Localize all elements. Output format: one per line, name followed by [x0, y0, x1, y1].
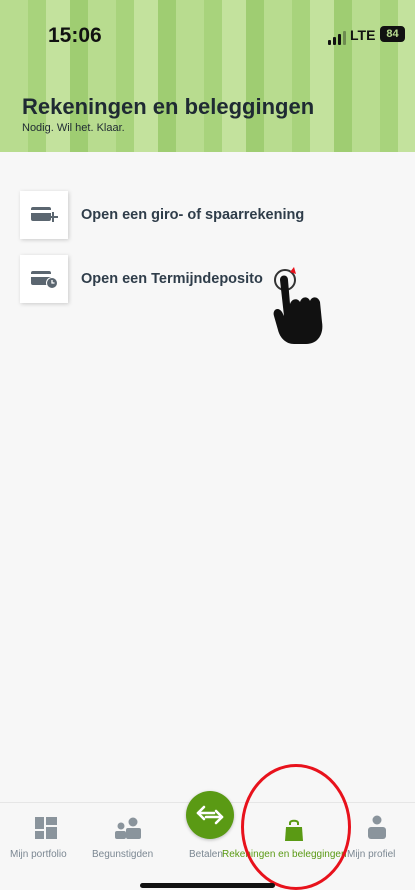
network-type: LTE: [350, 27, 376, 43]
highlight-circle: [241, 764, 351, 890]
home-indicator: [140, 883, 275, 888]
header: 15:06 LTE 84 Rekeningen en beleggingen N…: [0, 0, 415, 152]
nav-label-portfolio: Mijn portfolio: [10, 849, 67, 860]
page-title: Rekeningen en beleggingen: [22, 94, 315, 119]
portfolio-grid-icon: [35, 817, 57, 839]
status-time: 15:06: [48, 24, 102, 47]
nav-label-payments: Betalen: [189, 849, 223, 860]
nav-label-profile: Mijn profiel: [347, 849, 396, 860]
battery-icon: 84: [380, 26, 405, 42]
open-term-deposit-label: Open een Termijndeposito: [81, 271, 263, 287]
payments-fab-button[interactable]: [186, 791, 234, 839]
signal-icon: [328, 31, 348, 45]
tap-pointer-icon: [273, 267, 323, 344]
card-plus-icon: [20, 191, 68, 239]
open-account-option[interactable]: Open een giro- of spaarrekening: [20, 191, 400, 239]
nav-label-beneficiaries: Begunstigden: [92, 849, 154, 860]
transfer-arrows-icon: [196, 805, 224, 825]
page-subtitle: Nodig. Wil het. Klaar.: [22, 122, 125, 134]
people-icon: [115, 817, 141, 839]
status-bar: 15:06 LTE 84: [0, 0, 415, 60]
card-clock-icon: [20, 255, 68, 303]
person-icon: [368, 815, 386, 839]
content-area: Open een giro- of spaarrekening Open een…: [0, 152, 415, 802]
open-account-label: Open een giro- of spaarrekening: [81, 207, 305, 223]
